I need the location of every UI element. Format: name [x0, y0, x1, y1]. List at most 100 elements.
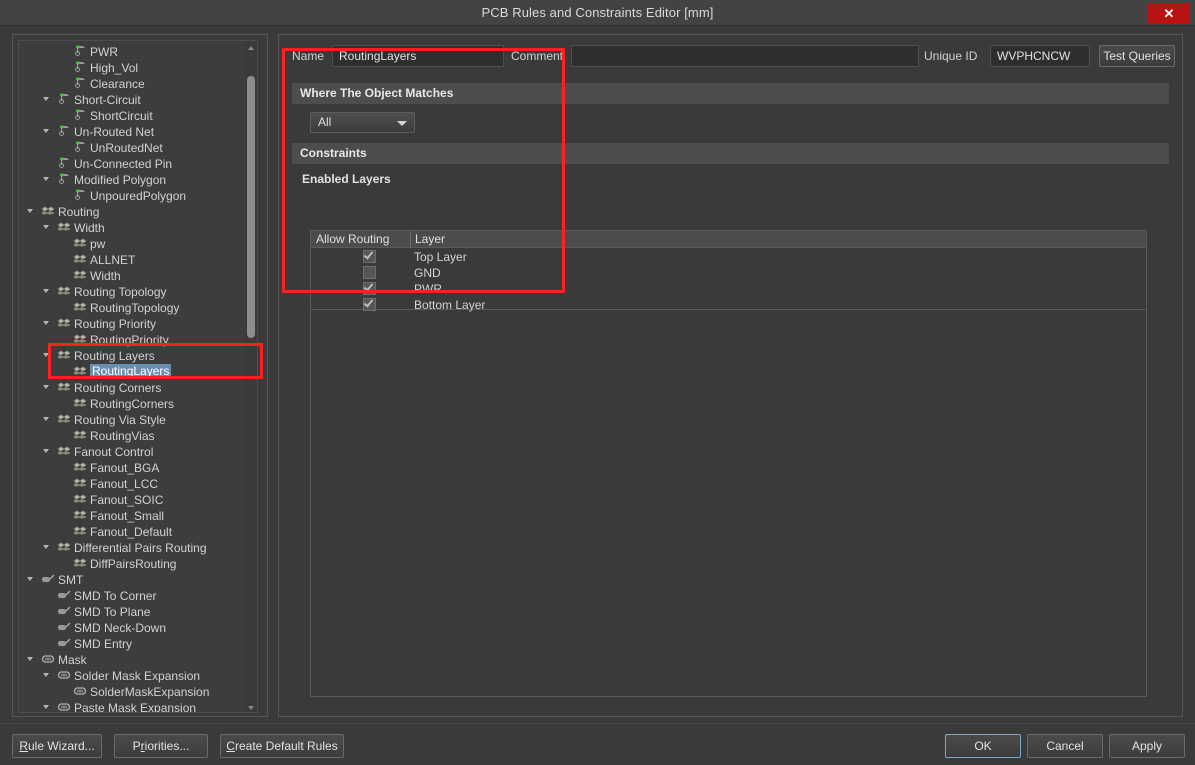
tree-item-solder-mask-expansion[interactable]: Solder Mask Expansion — [19, 667, 247, 683]
tree-item-diffpairsrouting[interactable]: DiffPairsRouting — [19, 555, 247, 571]
tree-item-fanout-bga[interactable]: Fanout_BGA — [19, 459, 247, 475]
tree-item-label: Short-Circuit — [74, 92, 141, 107]
tree-expander-icon[interactable] — [27, 657, 33, 661]
column-header-allow-routing: Allow Routing — [316, 232, 390, 246]
tree-item-shortcircuit[interactable]: ShortCircuit — [19, 107, 247, 123]
table-row[interactable]: Bottom Layer — [311, 297, 1146, 313]
comment-input[interactable] — [571, 45, 919, 67]
cancel-button[interactable]: Cancel — [1027, 734, 1103, 758]
routing-icon — [57, 445, 71, 457]
tree-expander-icon[interactable] — [43, 385, 49, 389]
table-row[interactable]: Top Layer — [311, 249, 1146, 265]
rule-wizard-button[interactable]: Rule Wizard... — [12, 734, 102, 758]
tree-item-routingtopology[interactable]: RoutingTopology — [19, 299, 247, 315]
tree-item-soldermaskexpansion[interactable]: SolderMaskExpansion — [19, 683, 247, 699]
tree-item-pw[interactable]: pw — [19, 235, 247, 251]
unique-id-input[interactable] — [990, 45, 1090, 67]
priorities-button[interactable]: Priorities... — [114, 734, 208, 758]
routing-icon — [41, 205, 55, 217]
tree-item-un-routed-net[interactable]: Un-Routed Net — [19, 123, 247, 139]
tree-item-fanout-default[interactable]: Fanout_Default — [19, 523, 247, 539]
tree-expander-icon[interactable] — [43, 417, 49, 421]
tree-item-routing-corners[interactable]: Routing Corners — [19, 379, 247, 395]
tree-item-routing-layers[interactable]: Routing Layers — [19, 347, 247, 363]
tree-item-unroutednet[interactable]: UnRoutedNet — [19, 139, 247, 155]
tree-item-high-vol[interactable]: High_Vol — [19, 59, 247, 75]
tree-item-smt[interactable]: SMT — [19, 571, 247, 587]
tree-expander-icon[interactable] — [27, 209, 33, 213]
create-default-rules-button[interactable]: Create Default Rules — [220, 734, 344, 758]
tree-item-routinglayers[interactable]: RoutingLayers — [19, 363, 247, 380]
tree-expander-icon[interactable] — [43, 289, 49, 293]
scroll-up-arrow-icon[interactable] — [245, 41, 257, 54]
tree-item-mask[interactable]: Mask — [19, 651, 247, 667]
tree-item-routing-topology[interactable]: Routing Topology — [19, 283, 247, 299]
scope-dropdown[interactable]: All — [310, 112, 415, 133]
table-header-row: Allow Routing Layer — [311, 231, 1146, 248]
tree-item-paste-mask-expansion[interactable]: Paste Mask Expansion — [19, 699, 247, 712]
tree-item-unpouredpolygon[interactable]: UnpouredPolygon — [19, 187, 247, 203]
tree-item-width[interactable]: Width — [19, 267, 247, 283]
apply-button[interactable]: Apply — [1109, 734, 1185, 758]
tree-expander-icon[interactable] — [43, 449, 49, 453]
tree-item-modified-polygon[interactable]: Modified Polygon — [19, 171, 247, 187]
rules-tree-panel: PWR High_Vol Clearance Short-Circuit ShortCi… — [12, 34, 268, 717]
layer-name: Bottom Layer — [414, 298, 486, 312]
tree-scrollbar-thumb[interactable] — [247, 76, 255, 338]
allow-routing-checkbox[interactable] — [363, 249, 376, 263]
tree-expander-icon[interactable] — [43, 225, 49, 229]
tree-item-label: Routing Topology — [74, 284, 167, 299]
net-rule-icon — [73, 141, 87, 153]
scroll-down-arrow-icon[interactable] — [245, 701, 257, 712]
tree-scrollbar[interactable] — [245, 41, 257, 712]
tree-expander-icon[interactable] — [43, 129, 49, 133]
tree-item-pwr[interactable]: PWR — [19, 43, 247, 59]
tree-expander-icon[interactable] — [43, 321, 49, 325]
tree-item-label: ALLNET — [90, 252, 136, 267]
electrical-rule-icon — [57, 93, 71, 105]
tree-item-routingvias[interactable]: RoutingVias — [19, 427, 247, 443]
tree-item-routingcorners[interactable]: RoutingCorners — [19, 395, 247, 411]
tree-expander-icon[interactable] — [43, 177, 49, 181]
tree-item-differential-pairs-routing[interactable]: Differential Pairs Routing — [19, 539, 247, 555]
tree-expander-icon[interactable] — [43, 353, 49, 357]
routing-icon — [73, 557, 87, 569]
name-input[interactable] — [332, 45, 504, 67]
tree-item-fanout-control[interactable]: Fanout Control — [19, 443, 247, 459]
tree-item-width[interactable]: Width — [19, 219, 247, 235]
table-row[interactable]: PWR — [311, 281, 1146, 297]
dialog-body: PWR High_Vol Clearance Short-Circuit ShortCi… — [0, 26, 1195, 723]
tree-item-label: UnpouredPolygon — [90, 188, 187, 203]
close-icon[interactable]: ✕ — [1148, 3, 1190, 24]
tree-item-smd-to-corner[interactable]: SMD To Corner — [19, 587, 247, 603]
ok-button[interactable]: OK — [945, 734, 1021, 758]
tree-item-allnet[interactable]: ALLNET — [19, 251, 247, 267]
tree-item-clearance[interactable]: Clearance — [19, 75, 247, 91]
allow-routing-checkbox[interactable] — [363, 281, 376, 295]
rules-tree[interactable]: PWR High_Vol Clearance Short-Circuit ShortCi… — [18, 40, 258, 713]
tree-expander-icon[interactable] — [27, 577, 33, 581]
tree-item-short-circuit[interactable]: Short-Circuit — [19, 91, 247, 107]
tree-item-fanout-small[interactable]: Fanout_Small — [19, 507, 247, 523]
allow-routing-checkbox[interactable] — [363, 297, 376, 311]
test-queries-button[interactable]: Test Queries — [1099, 45, 1175, 67]
allow-routing-checkbox[interactable] — [363, 266, 376, 279]
tree-item-fanout-soic[interactable]: Fanout_SOIC — [19, 491, 247, 507]
rule-editor-inner: Name Comment Unique ID Test Queries Wher… — [283, 39, 1178, 712]
tree-item-routing-via-style[interactable]: Routing Via Style — [19, 411, 247, 427]
tree-expander-icon[interactable] — [43, 673, 49, 677]
tree-expander-icon[interactable] — [43, 705, 49, 709]
table-row[interactable]: GND — [311, 265, 1146, 281]
tree-item-routing-priority[interactable]: Routing Priority — [19, 315, 247, 331]
tree-item-smd-to-plane[interactable]: SMD To Plane — [19, 603, 247, 619]
tree-expander-icon[interactable] — [43, 97, 49, 101]
enabled-layers-table[interactable]: Allow Routing Layer Top Layer GND PWR Botto… — [310, 230, 1147, 313]
tree-item-smd-neck-down[interactable]: SMD Neck-Down — [19, 619, 247, 635]
tree-item-smd-entry[interactable]: SMD Entry — [19, 635, 247, 651]
tree-item-routingpriority[interactable]: RoutingPriority — [19, 331, 247, 347]
tree-item-fanout-lcc[interactable]: Fanout_LCC — [19, 475, 247, 491]
title-bar: PCB Rules and Constraints Editor [mm] ✕ — [0, 0, 1195, 26]
tree-item-un-connected-pin[interactable]: Un-Connected Pin — [19, 155, 247, 171]
tree-item-routing[interactable]: Routing — [19, 203, 247, 219]
tree-expander-icon[interactable] — [43, 545, 49, 549]
